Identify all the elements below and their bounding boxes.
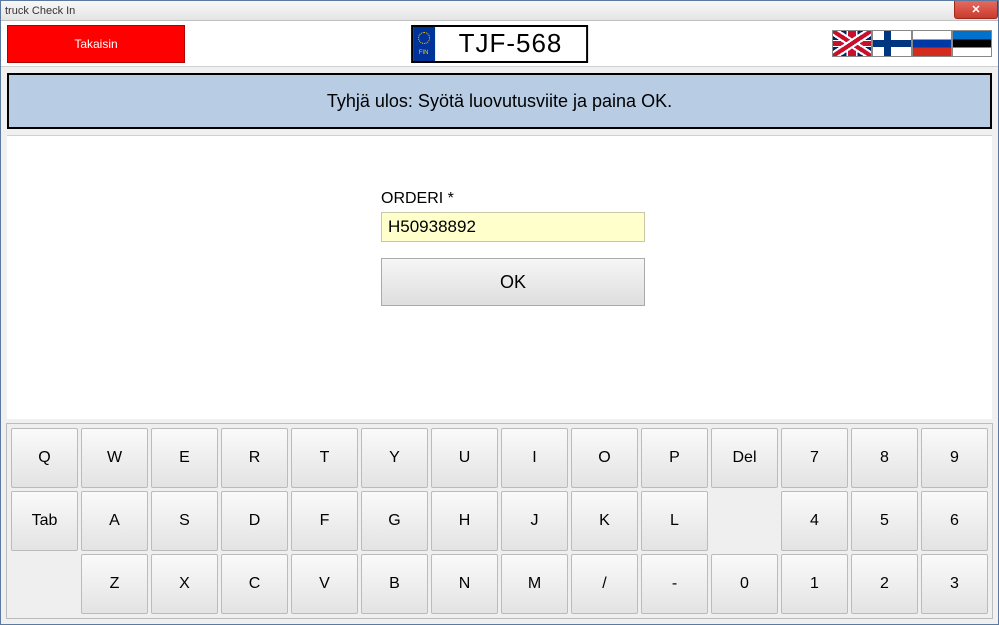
keyboard-key-p[interactable]: P — [641, 428, 708, 488]
language-flags — [832, 30, 992, 57]
keyboard-key-4[interactable]: 4 — [781, 491, 848, 551]
on-screen-keyboard: QWERTYUIOPDel789 TabASDFGHJKL 456 ZXCVBNM… — [6, 423, 993, 619]
back-button-label: Takaisin — [74, 37, 117, 51]
keyboard-key-r[interactable]: R — [221, 428, 288, 488]
keyboard-key-9[interactable]: 9 — [921, 428, 988, 488]
keyboard-key-w[interactable]: W — [81, 428, 148, 488]
close-icon: ✕ — [971, 3, 980, 16]
instruction-text: Tyhjä ulos: Syötä luovutusviite ja paina… — [327, 91, 672, 112]
plate-number: TJF-568 — [435, 27, 587, 61]
back-button[interactable]: Takaisin — [7, 25, 185, 63]
flag-uk-icon[interactable] — [832, 30, 872, 57]
keyboard-key-8[interactable]: 8 — [851, 428, 918, 488]
keyboard-key-blank — [711, 491, 778, 551]
keyboard-key-i[interactable]: I — [501, 428, 568, 488]
keyboard-key-o[interactable]: O — [571, 428, 638, 488]
keyboard-key-z[interactable]: Z — [81, 554, 148, 614]
plate-country-badge: FIN — [413, 27, 435, 61]
keyboard-key-g[interactable]: G — [361, 491, 428, 551]
instruction-banner: Tyhjä ulos: Syötä luovutusviite ja paina… — [7, 73, 992, 129]
order-form: ORDERI * OK — [381, 190, 645, 306]
keyboard-key-blank — [11, 554, 78, 614]
keyboard-key-j[interactable]: J — [501, 491, 568, 551]
ok-button-label: OK — [500, 272, 526, 292]
keyboard-key-h[interactable]: H — [431, 491, 498, 551]
eu-stars-icon — [418, 32, 430, 44]
keyboard-row-1: QWERTYUIOPDel789 — [11, 428, 988, 488]
window-title: truck Check In — [5, 5, 75, 17]
keyboard-key-7[interactable]: 7 — [781, 428, 848, 488]
keyboard-key-t[interactable]: T — [291, 428, 358, 488]
keyboard-key-tab[interactable]: Tab — [11, 491, 78, 551]
keyboard-key-n[interactable]: N — [431, 554, 498, 614]
flag-fi-icon[interactable] — [872, 30, 912, 57]
keyboard-key-x[interactable]: X — [151, 554, 218, 614]
keyboard-key-del[interactable]: Del — [711, 428, 778, 488]
keyboard-key-6[interactable]: 6 — [921, 491, 988, 551]
keyboard-key-l[interactable]: L — [641, 491, 708, 551]
license-plate: FIN TJF-568 — [411, 25, 589, 63]
order-label: ORDERI * — [381, 190, 645, 208]
keyboard-key-a[interactable]: A — [81, 491, 148, 551]
plate-country-code: FIN — [419, 50, 429, 56]
flag-ru-icon[interactable] — [912, 30, 952, 57]
window-titlebar: truck Check In ✕ — [1, 1, 998, 21]
keyboard-key-0[interactable]: 0 — [711, 554, 778, 614]
keyboard-key-e[interactable]: E — [151, 428, 218, 488]
keyboard-key-3[interactable]: 3 — [921, 554, 988, 614]
flag-ee-icon[interactable] — [952, 30, 992, 57]
keyboard-key-f[interactable]: F — [291, 491, 358, 551]
keyboard-key-v[interactable]: V — [291, 554, 358, 614]
ok-button[interactable]: OK — [381, 258, 645, 306]
keyboard-key--[interactable]: - — [641, 554, 708, 614]
keyboard-key-/[interactable]: / — [571, 554, 638, 614]
keyboard-key-1[interactable]: 1 — [781, 554, 848, 614]
main-content: ORDERI * OK — [7, 135, 992, 419]
keyboard-key-2[interactable]: 2 — [851, 554, 918, 614]
keyboard-key-y[interactable]: Y — [361, 428, 428, 488]
keyboard-key-5[interactable]: 5 — [851, 491, 918, 551]
window-close-button[interactable]: ✕ — [954, 1, 998, 19]
keyboard-row-3: ZXCVBNM/-0123 — [11, 554, 988, 614]
keyboard-key-b[interactable]: B — [361, 554, 428, 614]
keyboard-key-c[interactable]: C — [221, 554, 288, 614]
keyboard-key-q[interactable]: Q — [11, 428, 78, 488]
keyboard-key-d[interactable]: D — [221, 491, 288, 551]
keyboard-key-m[interactable]: M — [501, 554, 568, 614]
keyboard-row-2: TabASDFGHJKL 456 — [11, 491, 988, 551]
order-input[interactable] — [381, 212, 645, 242]
keyboard-key-s[interactable]: S — [151, 491, 218, 551]
keyboard-key-k[interactable]: K — [571, 491, 638, 551]
keyboard-key-u[interactable]: U — [431, 428, 498, 488]
header-bar: Takaisin FIN TJF-568 — [1, 21, 998, 67]
